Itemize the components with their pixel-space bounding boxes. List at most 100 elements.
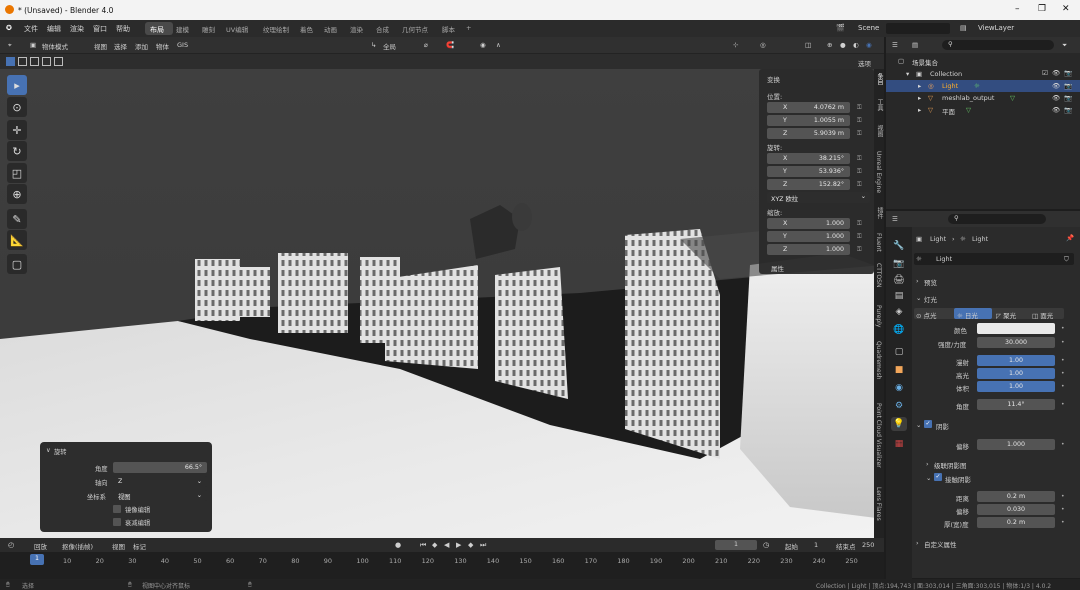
lock-icon[interactable]: ⚿ — [857, 246, 862, 254]
record-icon[interactable]: ● — [395, 541, 401, 549]
workspace-tab-scripting[interactable]: 脚本 — [442, 24, 455, 34]
rotation-z-field[interactable]: Z 152.82° — [767, 179, 850, 190]
shading-rendered-icon[interactable]: ◉ — [866, 41, 872, 49]
workspace-tab-compositing[interactable]: 合成 — [376, 24, 389, 34]
properties-subpanel[interactable]: 属性 — [771, 263, 784, 273]
menu-playback[interactable]: 回放 — [34, 541, 47, 551]
measure-tool[interactable]: 📐 — [7, 230, 27, 250]
meshlab-output-label[interactable]: meshlab_output — [942, 94, 994, 102]
next-key-icon[interactable]: ◆ — [468, 541, 473, 549]
expand-icon[interactable]: ▸ — [918, 94, 921, 102]
lock-icon[interactable]: ⚿ — [857, 130, 862, 138]
current-frame-field[interactable]: 1 — [715, 540, 757, 550]
shading-solid-icon[interactable]: ● — [840, 41, 846, 49]
color-swatch[interactable] — [977, 323, 1055, 334]
workspace-tab-modeling[interactable]: 建模 — [176, 24, 189, 34]
shading-wire-icon[interactable]: ⊕ — [827, 41, 832, 49]
eye-icon[interactable]: 👁 — [1052, 106, 1060, 114]
select-subtract-icon[interactable] — [30, 57, 39, 66]
scale-y-field[interactable]: Y 1.000 — [767, 231, 850, 242]
select-new-icon[interactable] — [6, 57, 15, 66]
display-mode-icon[interactable]: ▤ — [912, 41, 918, 49]
tab-addons[interactable]: 插件 — [875, 207, 884, 219]
properties-search-input[interactable] — [948, 214, 1046, 224]
select-box-tool[interactable]: ▸ — [7, 75, 27, 95]
falloff-icon[interactable]: ∧ — [496, 41, 501, 49]
orientation-selector[interactable]: 视图 ⌄ — [113, 490, 207, 501]
view-layer-selector[interactable]: ViewLayer — [978, 24, 1014, 32]
lock-icon[interactable]: ⚿ — [857, 104, 862, 112]
diffuse-field[interactable]: 1.00 — [977, 355, 1055, 366]
light-type-point[interactable]: ⊙ 点光 — [916, 310, 937, 320]
contact-bias-field[interactable]: 0.030 — [977, 504, 1055, 515]
lock-icon[interactable]: ⚿ — [857, 155, 862, 163]
overlay-icon[interactable]: ◎ — [760, 41, 766, 49]
scene-selector[interactable]: Scene — [858, 24, 879, 32]
lock-icon[interactable]: ⚿ — [857, 220, 862, 228]
snap-icon[interactable]: ⌀ — [424, 41, 428, 49]
eye-icon[interactable]: 👁 — [1052, 94, 1060, 102]
distance-field[interactable]: 0.2 m — [977, 491, 1055, 502]
close-button[interactable]: ✕ — [1062, 4, 1070, 14]
specular-field[interactable]: 1.00 — [977, 368, 1055, 379]
scene-tab-icon[interactable]: ◈ — [891, 305, 907, 319]
shadow-panel[interactable]: 阴影 — [936, 421, 949, 431]
checkbox-icon[interactable]: ☑ — [1042, 69, 1048, 77]
collection-expand-icon[interactable]: ▾ — [906, 70, 909, 78]
menu-object[interactable]: 物体 — [156, 41, 169, 51]
keyframe-dot[interactable]: • — [1061, 441, 1065, 448]
light-type-sun[interactable]: ☼ 日光 — [954, 308, 992, 320]
add-cube-tool[interactable]: ▢ — [7, 254, 27, 274]
blender-menu-icon[interactable]: ✪ — [6, 24, 12, 32]
menu-render[interactable]: 渲染 — [70, 24, 84, 34]
cascade-panel[interactable]: 级联阴影图 — [934, 460, 967, 470]
keyframe-dot[interactable]: • — [1061, 383, 1065, 390]
axis-selector[interactable]: Z ⌄ — [113, 476, 207, 487]
lock-icon[interactable]: ⚿ — [857, 117, 862, 125]
keyframe-dot[interactable]: • — [1061, 519, 1065, 526]
menu-window[interactable]: 窗口 — [93, 24, 107, 34]
preview-panel[interactable]: 预览 — [924, 277, 937, 287]
light-panel[interactable]: 灯光 — [924, 294, 937, 304]
scene-collection-label[interactable]: 场景集合 — [912, 57, 938, 67]
tab-item[interactable]: 条目 — [875, 73, 884, 85]
thickness-field[interactable]: 0.2 m — [977, 517, 1055, 528]
contact-shadow-panel[interactable]: 接触阴影 — [945, 474, 971, 484]
start-field[interactable]: 1 — [814, 541, 818, 549]
shield-icon[interactable]: ⛉ — [1064, 255, 1069, 264]
tab-unreal[interactable]: Unreal Engine — [875, 151, 882, 193]
contact-shadow-checkbox[interactable]: ✓ — [934, 473, 942, 481]
light-data-tab-icon[interactable]: 💡 — [891, 417, 907, 431]
keyframe-dot[interactable]: • — [1061, 357, 1065, 364]
rotate-tool[interactable]: ↻ — [7, 141, 27, 161]
texture-tab-icon[interactable]: ▦ — [891, 437, 907, 451]
jump-end-icon[interactable]: ⏭ — [480, 541, 486, 550]
lock-icon[interactable]: ⚿ — [857, 168, 862, 176]
menu-view[interactable]: 视图 — [94, 41, 107, 51]
physics-tab-icon[interactable]: ◉ — [891, 381, 907, 395]
jump-start-icon[interactable]: ⏮ — [420, 541, 426, 550]
cursor-tool[interactable]: ⊙ — [7, 97, 27, 117]
proportional-edit-icon[interactable]: ◉ — [480, 41, 486, 49]
transform-tool[interactable]: ⊕ — [7, 184, 27, 204]
menu-tl-view[interactable]: 视图 — [112, 541, 125, 551]
menu-gis[interactable]: GIS — [177, 41, 188, 49]
snapping-icon[interactable]: 🧲 — [446, 41, 454, 49]
collection-label[interactable]: Collection — [930, 70, 962, 78]
plane-label[interactable]: 平面 — [942, 106, 955, 116]
output-tab-icon[interactable]: 🖨 — [891, 273, 907, 287]
workspace-tab-layout[interactable]: 布局 — [145, 22, 173, 35]
select-invert-icon[interactable] — [42, 57, 51, 66]
menu-select[interactable]: 选择 — [114, 41, 127, 51]
camera-icon[interactable]: 📷 — [1064, 69, 1072, 77]
annotate-tool[interactable]: ✎ — [7, 209, 27, 229]
menu-edit[interactable]: 编辑 — [47, 24, 61, 34]
minimize-button[interactable]: – — [1015, 4, 1020, 14]
object-tab-icon[interactable]: ■ — [891, 363, 907, 377]
keyframe-dot[interactable]: • — [1061, 493, 1065, 500]
move-tool[interactable]: ✛ — [7, 120, 27, 140]
datablock-selector[interactable]: ☼ Light ⛉ — [914, 253, 1074, 265]
menu-marker[interactable]: 标记 — [133, 541, 146, 551]
scene-field[interactable] — [886, 23, 950, 34]
tab-point-cloud[interactable]: Point Cloud Visualizer — [875, 403, 882, 468]
